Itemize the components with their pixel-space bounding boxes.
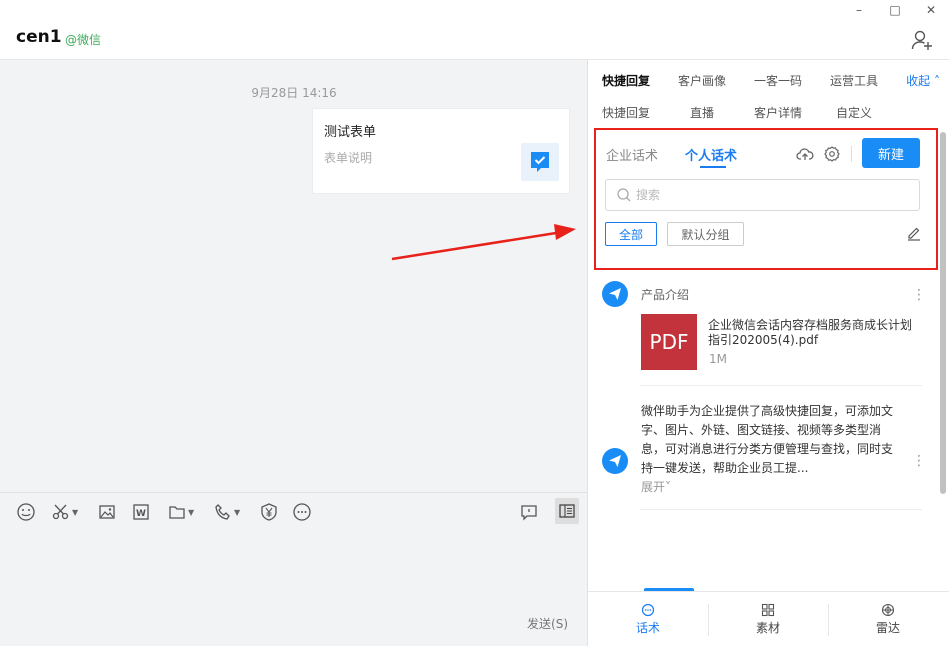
send-button[interactable]: 发送(S) xyxy=(527,615,568,632)
image-icon[interactable] xyxy=(98,501,116,523)
phone-icon[interactable]: ▼ xyxy=(214,501,240,523)
more-vertical-icon[interactable]: ⋮ xyxy=(912,288,926,302)
tab-custom[interactable]: 自定义 xyxy=(836,104,872,121)
edit-pencil-icon[interactable] xyxy=(906,225,922,241)
chat-header: cen1 @微信 xyxy=(0,0,949,60)
chevron-down-icon: ˅ xyxy=(665,480,672,494)
collapse-button[interactable]: 收起 ˄ xyxy=(906,72,940,89)
close-button[interactable]: ✕ xyxy=(913,0,949,20)
chat-title: cen1 xyxy=(16,27,62,47)
form-check-icon xyxy=(521,143,559,181)
form-card-description: 表单说明 xyxy=(324,151,373,165)
minimize-button[interactable]: – xyxy=(841,0,877,20)
nav-scripts-label: 话术 xyxy=(635,620,660,635)
tab-operation-tools[interactable]: 运营工具 xyxy=(830,72,878,89)
chat-history-icon[interactable] xyxy=(520,501,538,523)
tab-enterprise-scripts[interactable]: 企业话术 xyxy=(606,145,658,164)
message-timestamp: 9月28日 14:16 xyxy=(251,86,337,100)
script-text: 微伴助手为企业提供了高级快捷回复，可添加文字、图片、外链、图文链接、视频等多类型… xyxy=(641,404,894,475)
file-name: 企业微信会话内容存档服务商成长计划指引202005(4).pdf xyxy=(708,318,913,347)
more-vertical-icon[interactable]: ⋮ xyxy=(912,454,926,468)
tab-quick-reply-secondary[interactable]: 快捷回复 xyxy=(602,104,650,121)
document-icon[interactable]: W xyxy=(132,501,150,523)
tab-customer-details[interactable]: 客户详情 xyxy=(754,104,802,121)
item-group-label: 产品介绍 xyxy=(641,288,690,302)
tab-live[interactable]: 直播 xyxy=(690,104,714,121)
more-options-icon[interactable] xyxy=(292,501,312,523)
sidebar-toggle-icon[interactable] xyxy=(555,498,579,524)
search-field[interactable] xyxy=(605,179,920,211)
panel-tabs-primary: 快捷回复 客户画像 一客一码 运营工具 收起 ˄ xyxy=(588,72,949,92)
expand-label: 展开 xyxy=(641,480,666,494)
active-tab-underline xyxy=(700,166,726,168)
list-item[interactable]: ⋮ xyxy=(588,510,940,592)
send-paper-plane-icon[interactable] xyxy=(602,448,628,474)
add-contact-icon[interactable] xyxy=(911,29,933,51)
group-chip-default[interactable]: 默认分组 xyxy=(667,222,744,246)
send-paper-plane-icon[interactable] xyxy=(602,281,628,307)
search-input[interactable] xyxy=(636,186,906,204)
message-input-area[interactable]: 发送(S) xyxy=(0,530,588,646)
tab-personal-scripts[interactable]: 个人话术 xyxy=(685,145,737,164)
panel-tabs-secondary: 快捷回复 直播 客户详情 自定义 xyxy=(588,104,949,124)
screenshot-icon[interactable]: ▼ xyxy=(52,501,78,523)
emoji-icon[interactable] xyxy=(16,501,36,523)
group-chip-all[interactable]: 全部 xyxy=(605,222,657,246)
window-controls: – □ ✕ xyxy=(841,0,949,20)
chat-source-label: @微信 xyxy=(65,33,102,47)
collapse-label: 收起 xyxy=(906,74,931,88)
highlighted-script-section: 企业话术 个人话术 新建 全部 默认分组 xyxy=(594,128,938,270)
nav-materials-label: 素材 xyxy=(755,620,780,635)
form-card-title: 测试表单 xyxy=(324,125,377,140)
script-list: 产品介绍 ⋮ PDF 企业微信会话内容存档服务商成长计划指引202005(4).… xyxy=(588,274,949,592)
svg-text:W: W xyxy=(136,509,146,519)
nav-radar-label: 雷达 xyxy=(875,620,900,635)
bottom-navigation: 话术 素材 雷达 xyxy=(588,591,949,646)
radar-icon xyxy=(881,603,895,616)
nav-scripts[interactable]: 话术 xyxy=(588,592,708,646)
list-item[interactable]: 微伴助手为企业提供了高级快捷回复，可添加文字、图片、外链、图文链接、视频等多类型… xyxy=(588,386,940,510)
chat-bubble-icon xyxy=(641,603,655,616)
message-toolbar: ▼ W ▼ ▼ xyxy=(0,492,588,530)
chevron-up-icon: ˄ xyxy=(934,74,940,88)
toolbar-divider xyxy=(851,146,852,162)
payment-icon[interactable] xyxy=(260,501,278,523)
nav-radar[interactable]: 雷达 xyxy=(828,592,948,646)
chat-message-area: 9月28日 14:16 测试表单 表单说明 xyxy=(0,60,588,492)
pdf-file-icon: PDF xyxy=(641,314,697,370)
upload-cloud-icon[interactable] xyxy=(796,145,814,163)
new-script-button[interactable]: 新建 xyxy=(862,138,920,168)
maximize-button[interactable]: □ xyxy=(877,0,913,20)
panel-scrollbar[interactable] xyxy=(940,132,946,494)
tab-one-customer-one-code[interactable]: 一客一码 xyxy=(754,72,802,89)
tab-customer-profile[interactable]: 客户画像 xyxy=(678,72,726,89)
nav-materials[interactable]: 素材 xyxy=(708,592,828,646)
quick-reply-panel: 快捷回复 客户画像 一客一码 运营工具 收起 ˄ 快捷回复 直播 客户详情 自定… xyxy=(587,60,949,646)
list-item[interactable]: 产品介绍 ⋮ PDF 企业微信会话内容存档服务商成长计划指引202005(4).… xyxy=(588,274,940,386)
settings-gear-icon[interactable] xyxy=(823,145,841,163)
form-message-card[interactable]: 测试表单 表单说明 xyxy=(312,108,570,194)
search-icon xyxy=(617,188,631,202)
grid-icon xyxy=(761,603,775,616)
file-size: 1M xyxy=(709,352,727,366)
tab-quick-reply[interactable]: 快捷回复 xyxy=(602,72,650,89)
folder-icon[interactable]: ▼ xyxy=(168,501,194,523)
expand-link[interactable]: 展开˅ xyxy=(641,478,671,495)
